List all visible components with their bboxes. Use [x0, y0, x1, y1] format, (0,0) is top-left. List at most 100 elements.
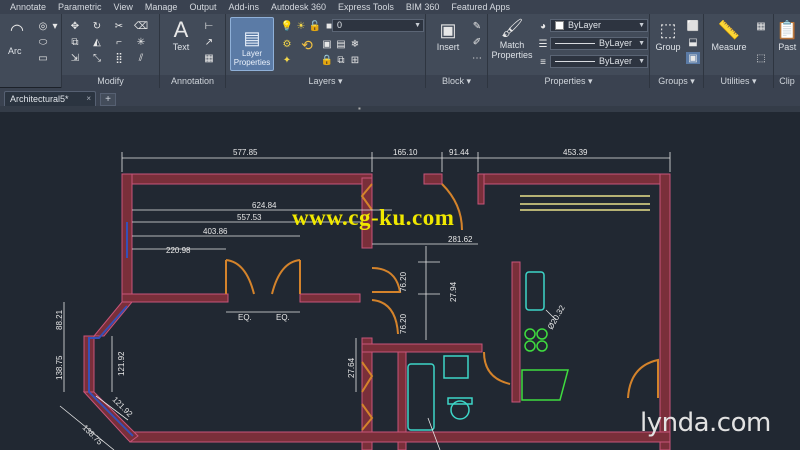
panel-title-utilities[interactable]: Utilities ▾: [704, 75, 773, 88]
lynda-logo: lynda.com: [640, 408, 771, 438]
quickcalc-icon[interactable]: ▦: [754, 20, 768, 32]
erase-icon[interactable]: ⌫: [134, 20, 148, 32]
layer-sun-icon[interactable]: ☀: [294, 20, 308, 32]
bathtub: [407, 363, 435, 431]
ungroup-icon[interactable]: ⬜: [686, 20, 700, 32]
panel-title-modify[interactable]: Modify: [62, 75, 159, 88]
panel-groups: ⬚ Group ⬜ ⬓ ▣ Groups ▾: [650, 14, 704, 88]
ellipse-icon[interactable]: ⬭: [36, 36, 50, 48]
top-window: [520, 195, 650, 211]
ribbon-tab-autodesk-360[interactable]: Autodesk 360: [265, 0, 332, 14]
offset-icon[interactable]: ⫽: [134, 52, 148, 64]
linetype-icon[interactable]: ☰: [536, 38, 550, 50]
color-dropdown-arrow-icon: ▼: [638, 22, 645, 29]
group-button[interactable]: ⬚ Group: [652, 18, 684, 52]
panel-utilities: 📏 Measure ▦ ⬚ Utilities ▾: [704, 14, 774, 88]
layer-lock2-icon[interactable]: 🔒: [320, 54, 334, 66]
drawing-canvas[interactable]: 577.85 165.10 91.44 453.39 624.84 557.53…: [0, 112, 800, 450]
layer-lock-icon[interactable]: 🔓: [308, 20, 322, 32]
document-tab-architectural5[interactable]: Architectural5* ×: [4, 91, 96, 106]
panel-title-layers[interactable]: Layers ▾: [226, 75, 425, 88]
layer-isolate-icon[interactable]: ⚙: [280, 38, 294, 50]
ribbon-tab-annotate[interactable]: Annotate: [4, 0, 52, 14]
move-icon[interactable]: ✥: [68, 20, 82, 32]
edit-block-icon[interactable]: ✐: [470, 36, 484, 48]
layer-previous-icon[interactable]: ▣: [320, 38, 334, 50]
attribute-icon[interactable]: ⋯: [470, 52, 484, 64]
ribbon-tab-parametric[interactable]: Parametric: [52, 0, 108, 14]
group-label: Group: [655, 42, 681, 52]
array-icon[interactable]: ⣿: [112, 52, 126, 64]
color-dropdown[interactable]: ByLayer ▼: [550, 19, 648, 32]
ribbon-tab-manage[interactable]: Manage: [139, 0, 184, 14]
leader-icon[interactable]: ↗: [202, 36, 216, 48]
ribbon-tab-bar: Annotate Parametric View Manage Output Add-in…: [0, 0, 800, 14]
panel-title-properties[interactable]: Properties ▾: [488, 75, 649, 88]
ribbon-tab-output[interactable]: Output: [183, 0, 222, 14]
create-block-icon[interactable]: ✎: [470, 20, 484, 32]
insert-button[interactable]: ▣ Insert: [430, 18, 466, 52]
panel-modify: ✥ ⧉ ⇲ ↻ ◭ ⤡ ✂ ⌐ ⣿ ⌫ ✳ ⫽ Modify: [62, 14, 160, 88]
panel-properties: 🖌 Match Properties ◕ ☰ ≡ ByLayer ▼ ByLay…: [488, 14, 650, 88]
layer-dropdown[interactable]: 0 ▼: [332, 19, 424, 32]
layers-title-text: Layers: [308, 76, 336, 86]
panel-title-clipboard[interactable]: Clip: [774, 75, 800, 88]
ribbon-tab-bim-360[interactable]: BIM 360: [400, 0, 446, 14]
ribbon-tab-featured-apps[interactable]: Featured Apps: [445, 0, 516, 14]
linetype-dropdown[interactable]: ByLayer ▼: [550, 37, 648, 50]
group-edit-icon[interactable]: ⬓: [686, 36, 700, 48]
panel-annotation: A Text ⊢ ↗ ▦ Annotation: [160, 14, 226, 88]
dim-label-76a: 76.20: [399, 271, 408, 292]
wall-kitchen: [511, 261, 521, 403]
match-properties-icon: 🖌: [500, 18, 524, 38]
ribbon-tab-view[interactable]: View: [108, 0, 139, 14]
copy-icon[interactable]: ⧉: [68, 36, 82, 48]
layer-copy-icon[interactable]: ⧉: [334, 54, 348, 66]
mirror-icon[interactable]: ◭: [90, 36, 104, 48]
trim-icon[interactable]: ✂: [112, 20, 126, 32]
layer-bulb-icon[interactable]: 💡: [280, 20, 294, 32]
text-button[interactable]: A Text: [166, 18, 196, 53]
fillet-icon[interactable]: ⌐: [112, 36, 126, 48]
match-properties-button[interactable]: 🖌 Match Properties: [490, 16, 534, 60]
paste-button[interactable]: 📋 Past: [776, 18, 798, 52]
panel-title-block[interactable]: Block ▾: [426, 75, 487, 88]
panel-title-groups[interactable]: Groups ▾: [650, 75, 703, 88]
layer-walk-icon[interactable]: ▤: [334, 38, 348, 50]
scale-icon[interactable]: ⤡: [90, 52, 104, 64]
panel-title-annotation[interactable]: Annotation: [160, 75, 225, 88]
ribbon-tab-add-ins[interactable]: Add-ins: [222, 0, 265, 14]
rotate-icon[interactable]: ↻: [90, 20, 104, 32]
layer-match-icon[interactable]: ⟲: [296, 36, 318, 54]
door-hall-2: [371, 299, 399, 335]
dim-label-577: 577.85: [233, 148, 258, 157]
stretch-icon[interactable]: ⇲: [68, 52, 82, 64]
lineweight-dropdown[interactable]: ByLayer ▼: [550, 55, 648, 68]
lineweight-icon[interactable]: ≡: [536, 56, 550, 68]
explode-icon[interactable]: ✳: [134, 36, 148, 48]
arc-button[interactable]: Arc: [8, 46, 22, 56]
color-wheel-icon[interactable]: ◕: [536, 20, 550, 32]
measure-button[interactable]: 📏 Measure: [708, 18, 750, 52]
close-tab-icon[interactable]: ×: [86, 92, 91, 106]
utilities-title-text: Utilities: [720, 76, 750, 86]
burner-3: [524, 340, 536, 352]
wall-top-mid: [423, 173, 443, 185]
ribbon: ◠ Arc ◎ ⬭ ▭ ▾ ✥ ⧉ ⇲ ↻ ◭ ⤡ ✂ ⌐ ⣿ ⌫ ✳ ⫽ Mo…: [0, 14, 800, 88]
measure-label: Measure: [711, 42, 747, 52]
dropdown-icon[interactable]: ▾: [48, 20, 62, 32]
select-all-icon[interactable]: ⬚: [754, 52, 768, 64]
dimension-icon[interactable]: ⊢: [202, 20, 216, 32]
layer-merge-icon[interactable]: ⊞: [348, 54, 362, 66]
group-select-icon[interactable]: ▣: [686, 52, 700, 64]
paste-icon: 📋: [776, 20, 799, 40]
wall-interior-h2: [361, 343, 483, 353]
layer-properties-button[interactable]: ▤ Layer Properties: [230, 17, 274, 71]
arc-icon[interactable]: ◠: [10, 22, 24, 39]
table-icon[interactable]: ▦: [202, 52, 216, 64]
rectangle-icon[interactable]: ▭: [36, 52, 50, 64]
ribbon-tab-express-tools[interactable]: Express Tools: [332, 0, 400, 14]
layer-freeze-icon[interactable]: ❄: [348, 38, 362, 50]
layer-unisolate-icon[interactable]: ✦: [280, 54, 294, 66]
new-tab-button[interactable]: +: [100, 93, 116, 106]
